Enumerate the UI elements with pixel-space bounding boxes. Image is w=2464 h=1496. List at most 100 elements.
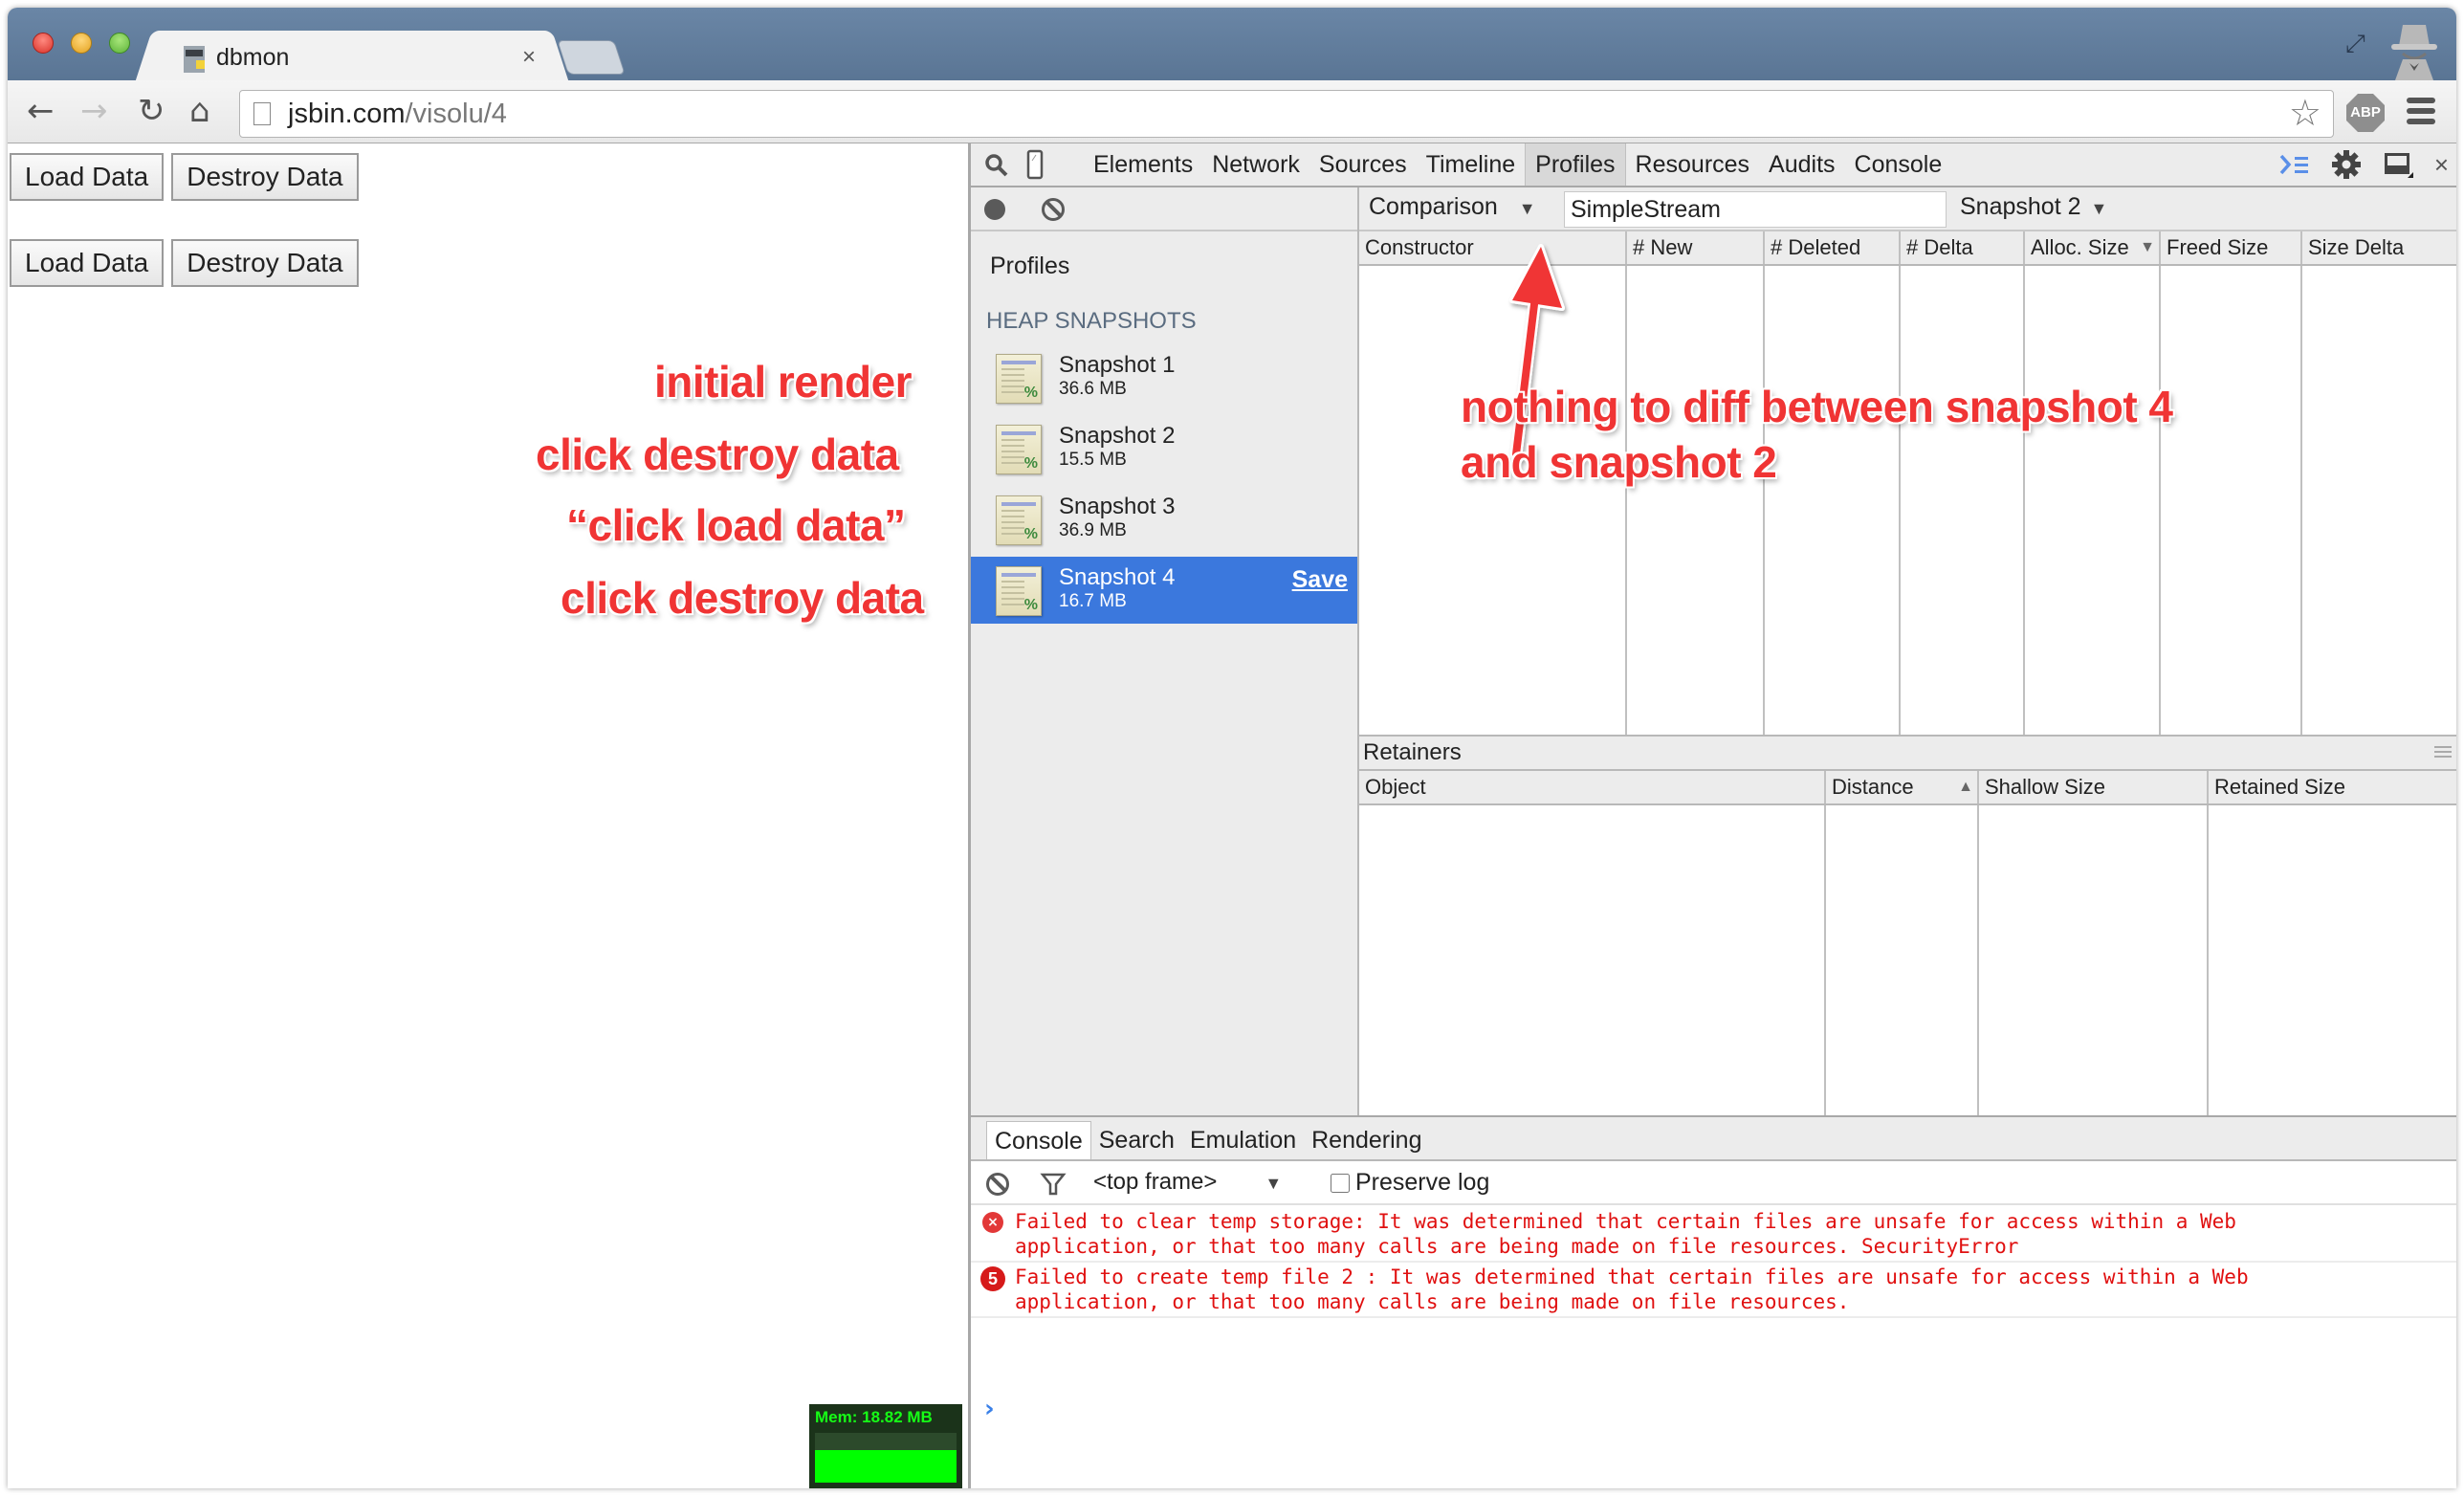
preserve-log-checkbox[interactable] — [1331, 1173, 1350, 1193]
tab-audits[interactable]: Audits — [1759, 143, 1844, 186]
adblock-plus-icon[interactable]: ABP — [2346, 94, 2385, 132]
snapshot-name: Snapshot 1 — [1059, 352, 1176, 378]
frame-select[interactable]: <top frame> ▼ — [1093, 1169, 1282, 1196]
snapshot-size: 36.6 MB — [1059, 379, 1127, 399]
column-body — [2025, 266, 2161, 735]
snapshot-item[interactable]: Snapshot 336.9 MB — [971, 486, 1357, 553]
show-drawer-icon[interactable] — [2279, 152, 2310, 177]
column-header-size-delta[interactable]: Size Delta — [2302, 231, 2456, 264]
preserve-log-toggle[interactable]: Preserve log — [1331, 1169, 1489, 1197]
tab-elements[interactable]: Elements — [1084, 143, 1202, 186]
column-header-retained-size[interactable]: Retained Size — [2209, 771, 2456, 803]
column-body — [1979, 805, 2209, 1163]
retainers-header[interactable]: Retainers — [1359, 737, 2456, 771]
back-button[interactable]: ← — [27, 94, 55, 128]
chrome-menu-icon[interactable] — [2407, 98, 2435, 128]
bookmark-star-icon[interactable]: ☆ — [2289, 95, 2321, 133]
column-label: Object — [1365, 775, 1426, 799]
clear-console-icon[interactable] — [986, 1173, 1009, 1196]
drawer-tabs: Console Search Emulation Rendering — [971, 1117, 2456, 1161]
fullscreen-icon[interactable]: ⤢ — [2345, 31, 2370, 55]
reload-button[interactable]: ↻ — [138, 94, 165, 128]
profiles-sidebar: Profiles HEAP SNAPSHOTS Snapshot 136.6 M… — [971, 231, 1357, 1163]
view-mode-select[interactable]: Comparison ▼ — [1369, 193, 1536, 221]
profiles-toolbar: Comparison ▼ Snapshot 2 ▼ — [971, 187, 2456, 231]
close-window-button[interactable] — [33, 33, 54, 54]
prompt-chevron-icon: › — [984, 1395, 995, 1423]
column-label: Alloc. Size — [2031, 235, 2129, 259]
close-devtools-icon[interactable]: × — [2434, 150, 2449, 180]
snapshot-size: 36.9 MB — [1059, 520, 1127, 540]
save-snapshot-link[interactable]: Save — [1292, 566, 1348, 594]
button-row-2: Load Data Destroy Data — [10, 239, 359, 287]
button-row-1: Load Data Destroy Data — [10, 153, 359, 201]
callout-line-2: and snapshot 2 — [1461, 437, 1777, 487]
retainers-grid-header: Object Distance ▲ Shallow Size Retained Size — [1359, 771, 2456, 805]
devtools-tabbar: Elements Network Sources Timeline Profiles Re… — [971, 143, 2456, 187]
tab-console[interactable]: Console — [1845, 143, 1952, 186]
load-data-button[interactable]: Load Data — [10, 153, 165, 201]
column-header-alloc-size[interactable]: Alloc. Size ▼ — [2025, 231, 2161, 264]
column-header-shallow-size[interactable]: Shallow Size — [1979, 771, 2209, 803]
snapshot-item[interactable]: Snapshot 416.7 MB Save — [971, 557, 1357, 624]
tab-title: dbmon — [216, 44, 290, 71]
minimize-window-button[interactable] — [71, 33, 92, 54]
snapshot-item[interactable]: Snapshot 136.6 MB — [971, 344, 1357, 411]
class-filter-input[interactable] — [1564, 191, 1947, 228]
drawer-tab-emulation[interactable]: Emulation — [1182, 1121, 1304, 1159]
record-heap-snapshot-icon[interactable] — [984, 199, 1005, 220]
device-mode-icon[interactable] — [1026, 149, 1044, 180]
column-header-new[interactable]: # New — [1627, 231, 1765, 264]
tab-sources[interactable]: Sources — [1309, 143, 1417, 186]
column-body — [1901, 266, 2025, 735]
filter-icon[interactable] — [1040, 1171, 1067, 1198]
home-button[interactable]: ⌂ — [189, 94, 210, 128]
column-header-freed-size[interactable]: Freed Size — [2161, 231, 2302, 264]
drawer-tab-rendering[interactable]: Rendering — [1304, 1121, 1429, 1159]
destroy-data-button[interactable]: Destroy Data — [171, 239, 359, 287]
memory-label: Mem: 18.82 MB — [815, 1408, 933, 1426]
console-prompt[interactable]: › — [984, 1395, 995, 1423]
favicon-icon — [184, 46, 205, 73]
snapshot-size: 15.5 MB — [1059, 450, 1127, 470]
tab-strip: dbmon × ⤢ — [8, 8, 2456, 82]
settings-gear-icon[interactable] — [2331, 149, 2362, 180]
column-header-object[interactable]: Object — [1359, 771, 1826, 803]
column-body — [1359, 805, 1826, 1163]
resize-grip-icon[interactable] — [2434, 746, 2452, 759]
inspect-search-icon[interactable] — [984, 153, 1009, 178]
browser-tab-dbmon[interactable]: dbmon × — [161, 31, 543, 82]
tab-resources[interactable]: Resources — [1626, 143, 1760, 186]
tab-close-icon[interactable]: × — [522, 44, 536, 71]
heap-snapshot-icon — [996, 354, 1042, 404]
column-header-deleted[interactable]: # Deleted — [1765, 231, 1901, 264]
column-label: Freed Size — [2167, 235, 2269, 259]
dock-side-icon[interactable] — [2383, 149, 2413, 180]
forward-button[interactable]: → — [80, 94, 108, 128]
load-data-button[interactable]: Load Data — [10, 239, 165, 287]
snapshot-item[interactable]: Snapshot 215.5 MB — [971, 415, 1357, 482]
chevron-down-icon: ▼ — [1518, 199, 1536, 218]
url-host: jsbin.com — [288, 99, 406, 129]
column-body — [1826, 805, 1979, 1163]
column-header-delta[interactable]: # Delta — [1901, 231, 2025, 264]
drawer-tab-search[interactable]: Search — [1091, 1121, 1182, 1159]
drawer-tab-console[interactable]: Console — [986, 1121, 1091, 1159]
base-snapshot-select[interactable]: Snapshot 2 ▼ — [1960, 193, 2107, 221]
new-tab-button[interactable] — [557, 40, 626, 75]
devtools-panel: Elements Network Sources Timeline Profiles Re… — [968, 143, 2456, 1488]
devtools-right-controls: × — [2279, 143, 2449, 186]
preserve-log-label: Preserve log — [1355, 1169, 1490, 1196]
url-text[interactable]: jsbin.com/visolu/4 — [288, 99, 507, 130]
address-bar[interactable]: jsbin.com/visolu/4 ☆ — [239, 90, 2334, 138]
sort-indicator-icon: ▼ — [2140, 239, 2155, 255]
zoom-window-button[interactable] — [109, 33, 130, 54]
clear-profiles-icon[interactable] — [1042, 198, 1065, 221]
retainers-title: Retainers — [1363, 739, 1462, 765]
column-header-distance[interactable]: Distance ▲ — [1826, 771, 1979, 803]
base-snapshot-value: Snapshot 2 — [1960, 193, 2081, 220]
tab-network[interactable]: Network — [1202, 143, 1309, 186]
tab-timeline[interactable]: Timeline — [1417, 143, 1526, 186]
destroy-data-button[interactable]: Destroy Data — [171, 153, 359, 201]
tab-profiles[interactable]: Profiles — [1525, 143, 1626, 186]
